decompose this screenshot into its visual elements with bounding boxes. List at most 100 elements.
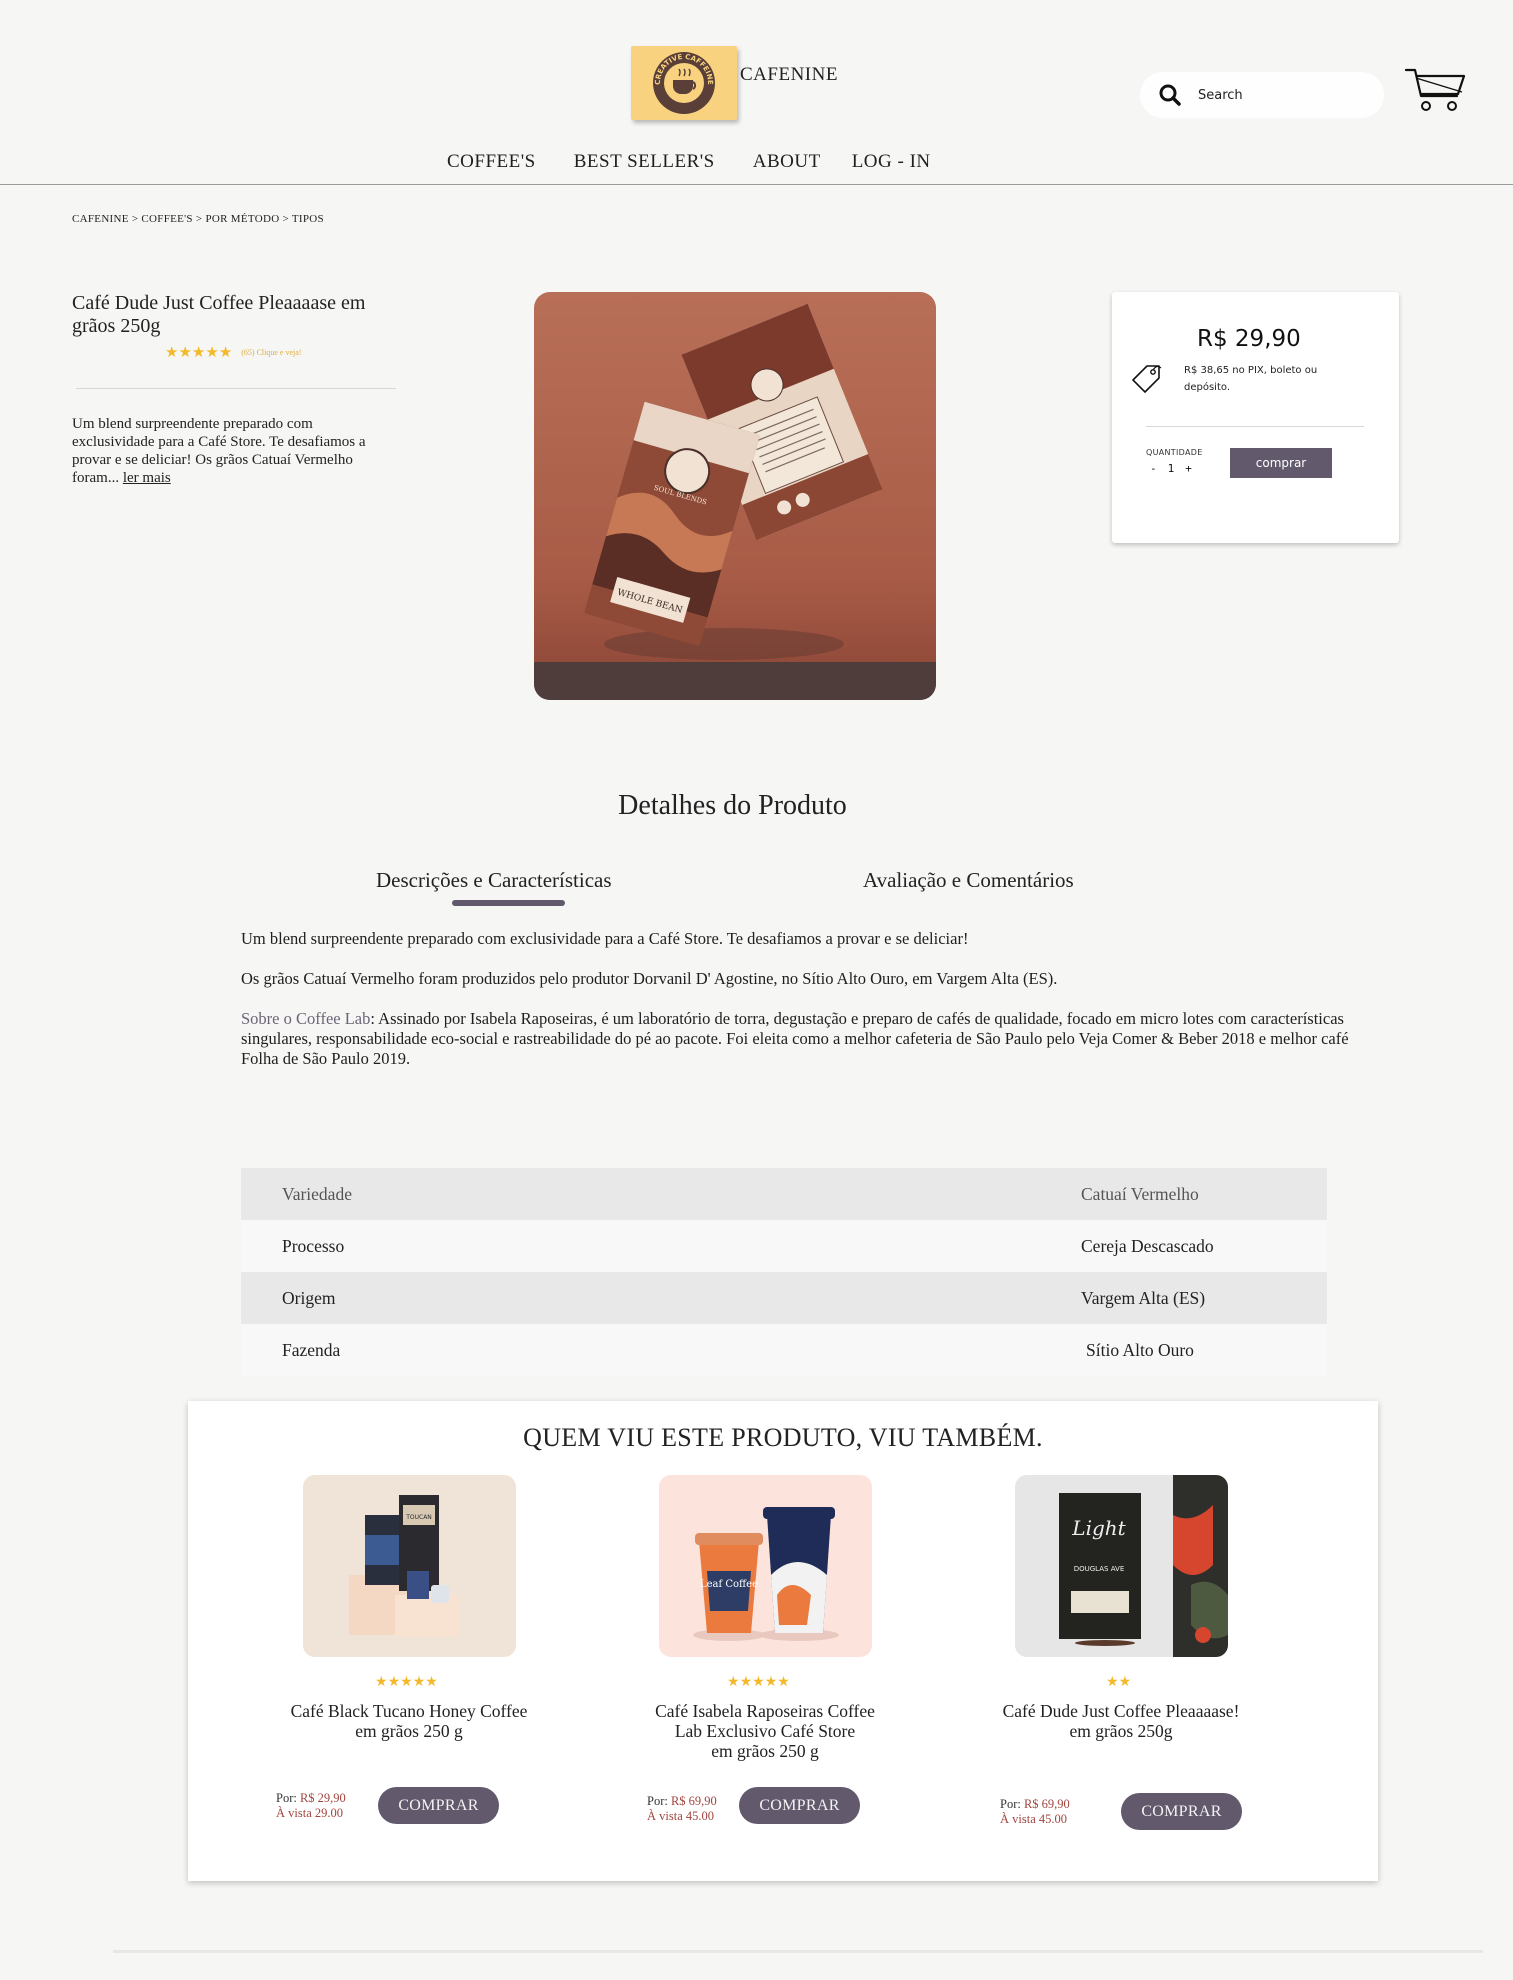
related-products: QUEM VIU ESTE PRODUTO, VIU TAMBÉM. TOUCA… [188, 1401, 1378, 1881]
related-product-image[interactable]: Leaf Coffee [659, 1475, 872, 1657]
quantity-stepper[interactable]: - 1 + [1150, 462, 1203, 475]
name-line: Café Isabela Raposeiras Coffee [655, 1701, 875, 1721]
logo[interactable]: CREATIVE CAFFEINE [631, 46, 737, 120]
star-icon: ★ [739, 1674, 753, 1690]
related-product-image[interactable]: TOUCAN [303, 1475, 516, 1657]
related-price: Por: R$ 69,90 À vista 45.00 [647, 1794, 717, 1824]
star-icon: ★ [752, 1674, 765, 1690]
cash-price: À vista 45.00 [647, 1809, 715, 1823]
cash-price: À vista 45.00 [1000, 1812, 1068, 1826]
coffee-lab-text: : Assinado por Isabela Raposeiras, é um … [241, 1009, 1349, 1068]
reviews-link[interactable]: (65) Clique e veja! [241, 348, 301, 357]
divider [1146, 426, 1364, 427]
name-line: Café Dude Just Coffee Pleaaaase! [1002, 1701, 1240, 1721]
table-row: Processo Cereja Descascado [241, 1220, 1327, 1272]
star-icon: ★ [165, 343, 179, 361]
buy-button[interactable]: comprar [1230, 448, 1332, 478]
price-card: R$ 29,90 R$ 38,65 no PIX, boleto ou depó… [1112, 292, 1399, 543]
price-prefix: Por: [276, 1791, 300, 1805]
name-line: Lab Exclusivo Café Store [674, 1721, 856, 1741]
name-line: em grãos 250 g [711, 1741, 819, 1761]
related-product-name[interactable]: Café Isabela Raposeiras Coffee Lab Exclu… [634, 1701, 896, 1761]
decrease-button[interactable]: - [1150, 462, 1157, 475]
related-title: QUEM VIU ESTE PRODUTO, VIU TAMBÉM. [523, 1423, 1043, 1452]
star-icon: ★ [191, 343, 206, 361]
related-product-name[interactable]: Café Dude Just Coffee Pleaaaase! em grão… [990, 1701, 1252, 1741]
package-brand-text: Light [1071, 1516, 1126, 1540]
description-paragraph: Sobre o Coffee Lab: Assinado por Isabela… [241, 1009, 1351, 1069]
price-prefix: Por: [647, 1794, 671, 1808]
spec-value: Cereja Descascado [1081, 1235, 1214, 1256]
cash-price: À vista 29.00 [276, 1806, 344, 1820]
package-subtext: DOUGLAS AVE [1074, 1565, 1125, 1573]
table-row: Fazenda Sítio Alto Ouro [241, 1324, 1327, 1376]
spec-key: Fazenda [282, 1339, 341, 1360]
nav-best-sellers[interactable]: BEST SELLER'S [574, 151, 715, 173]
divider [76, 388, 396, 389]
price-value: R$ 29,90 [299, 1791, 346, 1805]
spec-key: Variedade [282, 1183, 352, 1204]
short-description: Um blend surpreendente preparado com exc… [72, 415, 372, 487]
quantity-value: 1 [1167, 462, 1175, 475]
star-icon: ★ [1118, 1674, 1132, 1690]
table-row: Variedade Catuaí Vermelho [241, 1168, 1327, 1220]
star-icon: ★ [218, 343, 233, 361]
star-icon: ★ [400, 1674, 413, 1690]
buy-button[interactable]: COMPRAR [739, 1787, 860, 1824]
table-row: Origem Vargem Alta (ES) [241, 1272, 1327, 1324]
payment-note: R$ 38,65 no PIX, boleto ou depósito. [1184, 365, 1318, 393]
price: R$ 29,90 [1197, 326, 1301, 352]
price-prefix: Por: [1000, 1797, 1024, 1811]
star-icon: ★ [375, 1674, 388, 1690]
related-rating: ★ ★ ★ ★ ★ [727, 1675, 790, 1690]
buy-button[interactable]: COMPRAR [1121, 1793, 1242, 1830]
description-paragraph: Um blend surpreendente preparado com exc… [241, 929, 969, 948]
star-icon: ★ [387, 1674, 401, 1690]
price-tag-icon [1132, 365, 1162, 393]
star-icon: ★ [425, 1674, 438, 1690]
related-product-name[interactable]: Café Black Tucano Honey Coffee em grãos … [278, 1701, 540, 1741]
product-title: Café Dude Just Coffee Pleaaaase em grãos… [72, 292, 366, 337]
star-icon: ★ [764, 1674, 778, 1690]
tab-reviews[interactable]: Avaliação e Comentários [863, 868, 1074, 893]
name-line: em grãos 250g [1069, 1721, 1173, 1741]
coffee-lab-link[interactable]: Sobre o Coffee Lab [241, 1009, 370, 1028]
footer-divider [113, 1950, 1483, 1953]
price-value: R$ 69,90 [670, 1794, 717, 1808]
description-paragraph: Os grãos Catuaí Vermelho foram produzido… [241, 969, 1058, 988]
brand-name: CAFENINE [740, 64, 838, 85]
quantity-label: QUANTIDADE [1146, 448, 1203, 457]
spec-table: Variedade Catuaí Vermelho Processo Cerej… [241, 1168, 1327, 1376]
star-icon: ★ [1106, 1674, 1119, 1690]
breadcrumb[interactable]: CAFENINE > COFFEE'S > POR MÉTODO > TIPOS [72, 213, 324, 225]
active-tab-indicator [452, 900, 565, 906]
star-icon: ★ [412, 1674, 426, 1690]
related-price: Por: R$ 29,90 À vista 29.00 [276, 1791, 346, 1821]
search-bar[interactable] [1140, 72, 1384, 118]
star-icon: ★ [727, 1674, 740, 1690]
cart-icon[interactable] [1404, 66, 1466, 116]
logo-badge: CREATIVE CAFFEINE [653, 52, 715, 114]
buy-button[interactable]: COMPRAR [378, 1787, 499, 1824]
details-title: Detalhes do Produto [618, 790, 847, 821]
related-rating: ★ ★ ★ ★ ★ [375, 1675, 438, 1690]
name-line: em grãos 250 g [355, 1721, 463, 1741]
nav-coffees[interactable]: COFFEE'S [447, 151, 536, 173]
spec-key: Origem [282, 1287, 336, 1308]
nav-about[interactable]: ABOUT [753, 151, 821, 173]
main-nav: COFFEE'S BEST SELLER'S ABOUT LOG - IN [447, 151, 969, 173]
spec-value: Catuaí Vermelho [1081, 1183, 1199, 1204]
name-line: Café Black Tucano Honey Coffee [290, 1701, 528, 1721]
search-input[interactable] [1198, 87, 1368, 103]
header-divider [0, 184, 1513, 185]
package-brand-text: TOUCAN [405, 1514, 432, 1521]
tab-descriptions[interactable]: Descrições e Características [376, 868, 612, 893]
nav-login[interactable]: LOG - IN [852, 151, 931, 173]
search-icon[interactable] [1158, 83, 1182, 107]
increase-button[interactable]: + [1185, 462, 1192, 475]
spec-value: Vargem Alta (ES) [1081, 1287, 1206, 1308]
spec-key: Processo [282, 1235, 345, 1256]
cup-brand-text: Leaf Coffee [700, 1579, 758, 1590]
read-more-link[interactable]: ler mais [123, 470, 171, 486]
related-product-image[interactable]: Light DOUGLAS AVE [1015, 1475, 1228, 1657]
